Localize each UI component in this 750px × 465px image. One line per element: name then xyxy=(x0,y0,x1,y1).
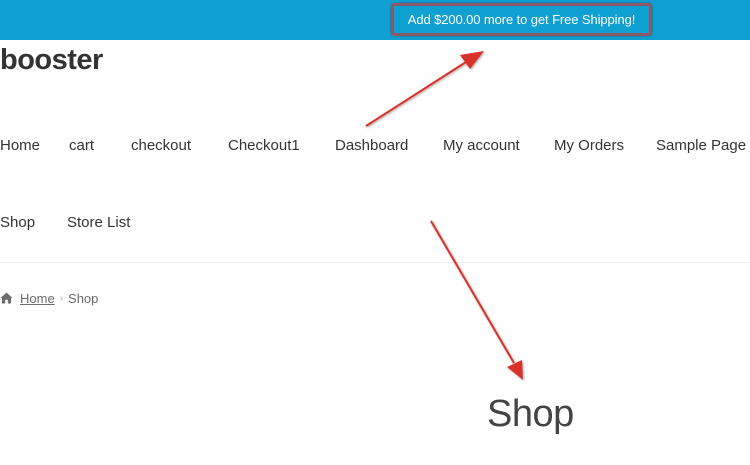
page-title: Shop xyxy=(487,393,574,435)
arrow-to-notice xyxy=(365,51,484,127)
nav-item-cart[interactable]: cart xyxy=(69,137,94,155)
arrow-to-page-title xyxy=(430,220,523,380)
nav-item-checkout1[interactable]: Checkout1 xyxy=(228,137,300,155)
home-icon xyxy=(0,292,13,304)
nav-item-my-account[interactable]: My account xyxy=(443,137,520,155)
top-notice-bar: Add $200.00 more to get Free Shipping! xyxy=(0,0,750,40)
nav-item-home[interactable]: Home xyxy=(0,137,40,155)
nav-item-checkout[interactable]: checkout xyxy=(131,137,191,155)
breadcrumb-home-link[interactable]: Home xyxy=(20,291,55,306)
nav-item-dashboard[interactable]: Dashboard xyxy=(335,137,408,155)
breadcrumb: Home › Shop xyxy=(0,289,98,307)
free-shipping-notice-text: Add $200.00 more to get Free Shipping! xyxy=(407,12,636,27)
nav-item-sample-page[interactable]: Sample Page xyxy=(656,137,746,155)
annotation-arrows xyxy=(365,51,523,380)
nav-item-store-list[interactable]: Store List xyxy=(67,214,130,232)
header-divider xyxy=(0,262,750,263)
site-title[interactable]: booster xyxy=(0,42,103,82)
nav-item-shop[interactable]: Shop xyxy=(0,214,35,232)
breadcrumb-separator: › xyxy=(59,292,64,304)
nav-item-my-orders[interactable]: My Orders xyxy=(554,137,624,155)
breadcrumb-current: Shop xyxy=(68,290,99,306)
free-shipping-notice: Add $200.00 more to get Free Shipping! xyxy=(391,3,652,36)
